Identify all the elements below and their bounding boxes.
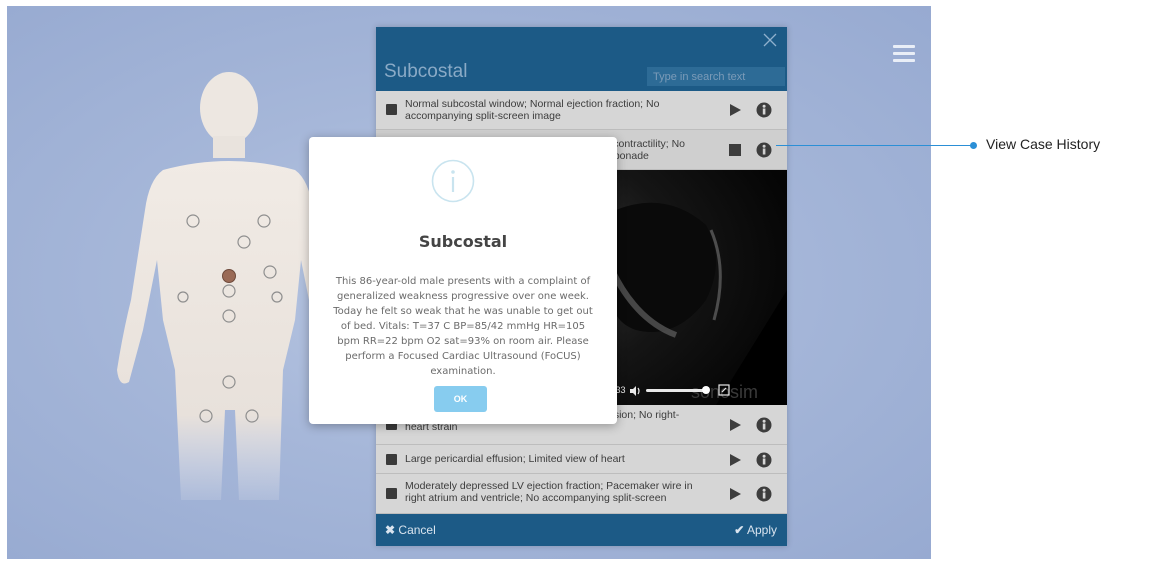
case-row[interactable]: Normal subcostal window; Normal ejection… <box>376 91 787 130</box>
checkbox-icon[interactable] <box>386 454 397 465</box>
volume-handle[interactable] <box>702 386 710 394</box>
close-icon[interactable] <box>761 31 779 49</box>
hotspot-subcostal-active[interactable] <box>222 269 236 283</box>
apply-button[interactable]: ✔ Apply <box>734 523 777 537</box>
checkmark-icon: ✔ <box>734 523 745 537</box>
play-icon[interactable] <box>728 453 742 467</box>
body-silhouette <box>117 72 341 500</box>
info-circle-icon <box>431 159 475 203</box>
panel-title: Subcostal <box>384 61 468 82</box>
panel-header: Subcostal <box>376 27 787 91</box>
volume-slider[interactable] <box>646 389 706 392</box>
cancel-button[interactable]: ✖ Cancel <box>385 523 436 537</box>
search-input[interactable] <box>647 67 785 86</box>
play-icon[interactable] <box>728 103 742 117</box>
info-icon[interactable] <box>756 452 772 468</box>
cancel-x-icon: ✖ <box>385 523 396 537</box>
callout-dot <box>970 142 977 149</box>
apply-label: Apply <box>746 523 777 537</box>
info-icon[interactable] <box>756 102 772 118</box>
case-row[interactable]: Large pericardial effusion; Limited view… <box>376 445 787 474</box>
sonosim-app: Subcostal Normal subcostal window; Norma… <box>7 6 931 559</box>
modal-body: This 86-year-old male presents with a co… <box>333 276 593 377</box>
case-row[interactable]: Moderately depressed LV ejection fractio… <box>376 474 787 514</box>
hamburger-menu-icon[interactable] <box>893 45 915 63</box>
case-description: l contractility; No nponade <box>608 138 686 162</box>
panel-footer: ✖ Cancel ✔ Apply <box>376 514 787 546</box>
case-description: Moderately depressed LV ejection fractio… <box>405 480 693 504</box>
info-icon[interactable] <box>756 142 772 158</box>
play-icon[interactable] <box>728 418 742 432</box>
info-icon[interactable] <box>756 486 772 502</box>
modal-title: Subcostal <box>418 232 508 251</box>
stop-icon[interactable] <box>728 143 742 157</box>
callout-line <box>776 145 974 146</box>
fullscreen-icon[interactable] <box>718 384 730 396</box>
play-icon[interactable] <box>728 487 742 501</box>
checkbox-icon[interactable] <box>386 488 397 499</box>
info-icon[interactable] <box>756 417 772 433</box>
case-description: Large pericardial effusion; Limited view… <box>405 453 625 465</box>
ok-button[interactable]: OK <box>434 386 487 412</box>
volume-icon[interactable] <box>629 385 642 397</box>
checkbox-icon[interactable] <box>386 104 397 115</box>
case-description: Normal subcostal window; Normal ejection… <box>405 98 660 122</box>
callout-label: View Case History <box>986 136 1101 152</box>
cancel-label: Cancel <box>398 523 436 537</box>
case-history-modal: Subcostal This 86-year-old male presents… <box>309 137 617 424</box>
